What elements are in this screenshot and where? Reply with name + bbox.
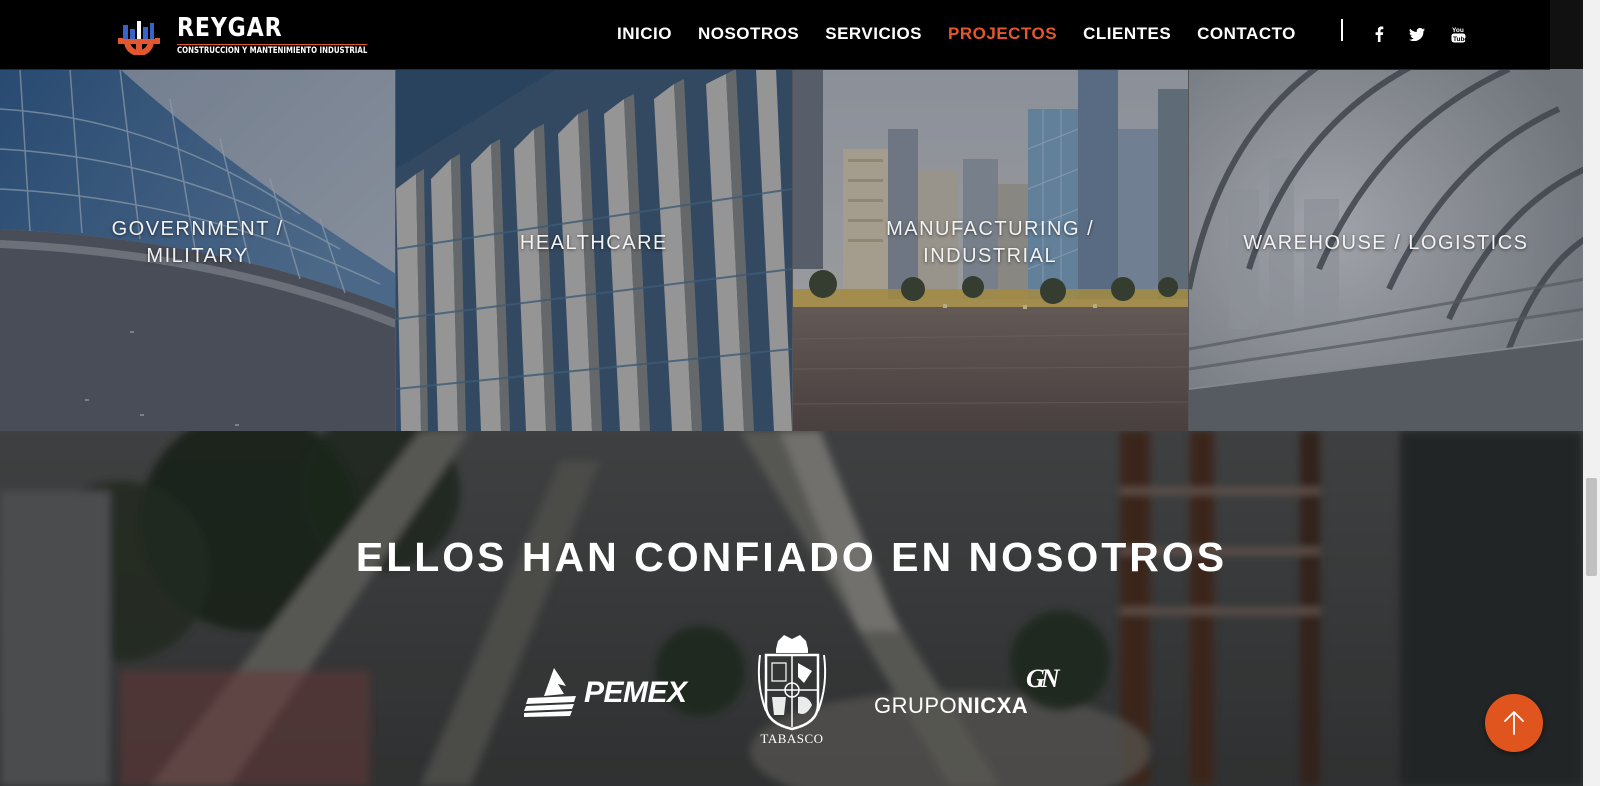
brand-tagline: CONSTRUCCION Y MANTENIMIENTO INDUSTRIAL bbox=[177, 44, 368, 56]
tabasco-wordmark: TABASCO bbox=[760, 731, 824, 746]
svg-text:Tube: Tube bbox=[1453, 36, 1466, 43]
nav-item-contacto[interactable]: CONTACTO bbox=[1197, 24, 1296, 44]
youtube-icon[interactable]: You Tube bbox=[1447, 23, 1469, 45]
arrow-up-icon bbox=[1504, 711, 1524, 735]
nav-item-clientes[interactable]: CLIENTES bbox=[1083, 24, 1171, 44]
twitter-icon[interactable] bbox=[1406, 23, 1428, 45]
nav-item-nosotros[interactable]: NOSOTROS bbox=[698, 24, 799, 44]
nav-item-projectos[interactable]: PROJECTOS bbox=[948, 24, 1057, 44]
nav-item-inicio[interactable]: INICIO bbox=[617, 24, 672, 44]
project-tile-warehouse[interactable]: WAREHOUSE / LOGISTICS bbox=[1188, 69, 1583, 431]
tile-label-manufacturing: MANUFACTURING / INDUSTRIAL bbox=[886, 218, 1095, 267]
nicxa-monogram: GN bbox=[1026, 664, 1060, 693]
page-scrollbar[interactable] bbox=[1583, 0, 1600, 786]
pemex-wordmark: PEMEX bbox=[584, 676, 687, 709]
facebook-icon[interactable] bbox=[1368, 23, 1390, 45]
nicxa-wordmark: GRUPONICXA bbox=[874, 693, 1029, 718]
brand-name: REYGAR bbox=[177, 13, 283, 43]
tabasco-crest-icon bbox=[757, 635, 827, 731]
project-tile-healthcare[interactable]: HEALTHCARE bbox=[396, 69, 793, 431]
pemex-eagle-icon bbox=[524, 668, 576, 717]
svg-text:You: You bbox=[1452, 27, 1464, 34]
client-logo-tabasco: TABASCO bbox=[752, 635, 832, 753]
brand-logo[interactable]: REYGAR CONSTRUCCION Y MANTENIMIENTO INDU… bbox=[115, 13, 395, 59]
main-nav: INICIO NOSOTROS SERVICIOS PROJECTOS CLIE… bbox=[617, 0, 1322, 68]
nav-divider bbox=[1341, 19, 1343, 41]
client-logo-pemex: PEMEX bbox=[524, 666, 714, 721]
projects-grid: GOVERNMENT / MILITARY HEALTHCARE MANUFAC… bbox=[0, 69, 1583, 431]
clients-heading: ELLOS HAN CONFIADO EN NOSOTROS bbox=[355, 534, 1228, 580]
tile-label-government: GOVERNMENT / MILITARY bbox=[111, 218, 284, 267]
project-tile-government[interactable]: GOVERNMENT / MILITARY bbox=[0, 69, 397, 431]
client-logo-grupo-nicxa: GRUPONICXA GN bbox=[874, 664, 1064, 726]
tile-label-warehouse: WAREHOUSE / LOGISTICS bbox=[1243, 231, 1529, 254]
gear-factory-icon bbox=[118, 19, 160, 55]
tile-label-healthcare: HEALTHCARE bbox=[519, 231, 668, 254]
scrollbar-thumb[interactable] bbox=[1586, 478, 1597, 576]
clients-section: ELLOS HAN CONFIADO EN NOSOTROS PEMEX TAB… bbox=[0, 431, 1583, 786]
back-to-top-button[interactable] bbox=[1485, 694, 1543, 752]
project-tile-manufacturing[interactable]: MANUFACTURING / INDUSTRIAL bbox=[792, 69, 1189, 431]
site-header: REYGAR CONSTRUCCION Y MANTENIMIENTO INDU… bbox=[0, 0, 1550, 70]
nav-item-servicios[interactable]: SERVICIOS bbox=[825, 24, 922, 44]
